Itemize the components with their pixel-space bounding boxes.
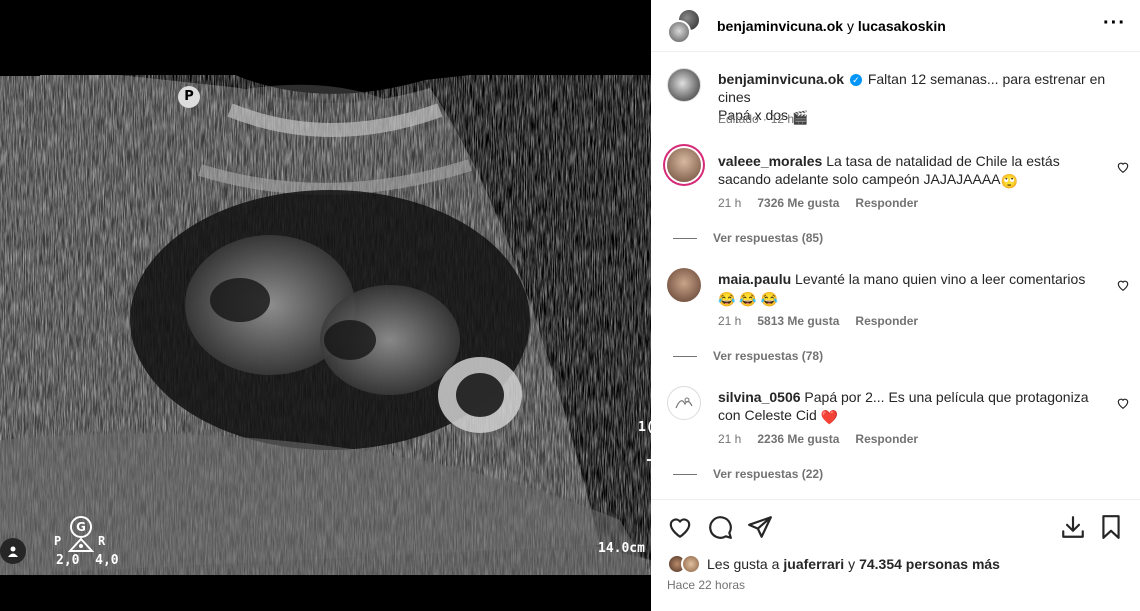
- comment-time: 21 h: [718, 196, 742, 210]
- probe-r-label: R: [98, 534, 106, 548]
- post-authors: benjaminvicuna.ok y lucasakoskin: [717, 18, 946, 34]
- probe-g-badge: G: [70, 516, 92, 538]
- download-icon[interactable]: [1060, 514, 1086, 540]
- probe-p-label: P: [54, 534, 62, 548]
- author-link-2[interactable]: lucasakoskin: [858, 18, 946, 34]
- comment-text: valeee_morales La tasa de natalidad de C…: [718, 152, 1094, 190]
- author-link-1[interactable]: benjaminvicuna.ok: [717, 18, 843, 34]
- view-replies-label[interactable]: Ver respuestas (85): [713, 231, 823, 245]
- reply-button[interactable]: Responder: [855, 196, 918, 210]
- avatar: [667, 19, 691, 44]
- comment-emoji: 🙄: [1000, 173, 1018, 189]
- comment-item: valeee_morales La tasa de natalidad de C…: [667, 148, 1130, 248]
- comment-meta: 21 h 2236 Me gusta Responder: [718, 432, 918, 446]
- clapperboard-icon: 🎬: [791, 110, 809, 125]
- caption: benjaminvicuna.ok ✓ Faltan 12 semanas...…: [667, 68, 1130, 128]
- verified-icon: ✓: [849, 74, 862, 87]
- probe-values: 2,0 4,0: [56, 553, 119, 568]
- comment-meta: 21 h 7326 Me gusta Responder: [718, 196, 918, 210]
- action-bar: [667, 514, 1124, 540]
- view-replies-button[interactable]: Ver respuestas (85): [657, 231, 823, 245]
- view-replies-button[interactable]: Ver respuestas (22): [657, 467, 823, 481]
- comment-emoji: 😂 😂 😂: [718, 291, 779, 307]
- divider: [673, 355, 697, 357]
- comment-text: maia.paulu Levanté la mano quien vino a …: [718, 270, 1094, 308]
- probe-indicator: G P R 2,0 4,0: [54, 516, 119, 572]
- heart-icon[interactable]: [1116, 278, 1130, 292]
- liker-avatars[interactable]: [667, 554, 701, 574]
- liker-username[interactable]: juaferrari: [783, 556, 844, 572]
- heart-icon[interactable]: [1116, 396, 1130, 410]
- comment-username[interactable]: maia.paulu: [718, 271, 791, 287]
- edited-label: Editado: [718, 112, 759, 126]
- probe-triangle-icon: [68, 538, 94, 552]
- bookmark-icon[interactable]: [1098, 514, 1124, 540]
- divider: [673, 237, 697, 239]
- caption-time: 12 h: [770, 112, 795, 126]
- view-replies-label[interactable]: Ver respuestas (78): [713, 349, 823, 363]
- comment-body: Levanté la mano quien vino a leer coment…: [795, 271, 1086, 287]
- comment-time: 21 h: [718, 432, 742, 446]
- caption-username[interactable]: benjaminvicuna.ok: [718, 71, 844, 87]
- comment-text: silvina_0506 Papá por 2... Es una pelícu…: [718, 388, 1094, 426]
- comment-icon[interactable]: [707, 514, 733, 540]
- heart-icon[interactable]: [667, 514, 693, 540]
- post-media[interactable]: P G P R 2,0 4,0 14.0cm 1( -: [0, 0, 651, 611]
- marker-p-badge: P: [178, 86, 200, 108]
- avatar[interactable]: [667, 386, 701, 420]
- comment-emoji: ❤️: [820, 409, 839, 425]
- avatar: [681, 554, 701, 574]
- view-replies-label[interactable]: Ver respuestas (22): [713, 467, 823, 481]
- comment-item: silvina_0506 Papá por 2... Es una pelícu…: [667, 384, 1130, 484]
- comment-likes[interactable]: 7326 Me gusta: [757, 196, 839, 210]
- avatar[interactable]: [667, 68, 701, 102]
- authors-connector: y: [846, 17, 854, 34]
- comment-time: 21 h: [718, 314, 742, 328]
- likes-connector: y: [848, 556, 856, 572]
- collab-avatars[interactable]: [667, 7, 703, 44]
- post-header: benjaminvicuna.ok y lucasakoskin ···: [651, 0, 1140, 52]
- caption-meta: Editado · 12 h: [718, 112, 794, 126]
- heart-icon[interactable]: [1116, 160, 1130, 174]
- comment-likes[interactable]: 2236 Me gusta: [757, 432, 839, 446]
- avatar[interactable]: [667, 268, 701, 302]
- likes-prefix: Les gusta a: [707, 556, 780, 572]
- reply-button[interactable]: Responder: [855, 432, 918, 446]
- comment-username[interactable]: silvina_0506: [718, 389, 801, 405]
- comment-meta: 21 h 5813 Me gusta Responder: [718, 314, 918, 328]
- likes-summary: Les gusta a juaferrari y 74.354 personas…: [667, 554, 1124, 574]
- comment-username[interactable]: valeee_morales: [718, 153, 822, 169]
- comment-likes[interactable]: 5813 Me gusta: [757, 314, 839, 328]
- meta-dot: ·: [762, 112, 767, 126]
- send-icon[interactable]: [747, 514, 773, 540]
- user-tag-icon[interactable]: [0, 538, 26, 564]
- post-viewer: P G P R 2,0 4,0 14.0cm 1( - benjaminvicu…: [0, 0, 1140, 611]
- divider: [673, 473, 697, 475]
- sketch-avatar-icon: [675, 397, 693, 409]
- others-likes[interactable]: 74.354 personas más: [859, 556, 1000, 572]
- post-side-panel: benjaminvicuna.ok y lucasakoskin ··· ben…: [651, 0, 1140, 611]
- comment-item: maia.paulu Levanté la mano quien vino a …: [667, 266, 1130, 366]
- side-scale-label: 1(: [638, 420, 651, 435]
- post-timestamp: Hace 22 horas: [667, 578, 746, 592]
- depth-label: 14.0cm: [598, 541, 645, 556]
- post-actions: Les gusta a juaferrari y 74.354 personas…: [651, 499, 1140, 611]
- view-replies-button[interactable]: Ver respuestas (78): [657, 349, 823, 363]
- reply-button[interactable]: Responder: [855, 314, 918, 328]
- comments-scroll[interactable]: benjaminvicuna.ok ✓ Faltan 12 semanas...…: [651, 52, 1140, 499]
- avatar[interactable]: [667, 148, 701, 182]
- more-icon[interactable]: ···: [1103, 12, 1126, 35]
